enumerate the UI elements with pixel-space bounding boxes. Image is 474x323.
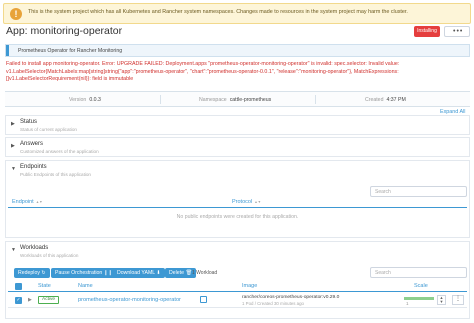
- endpoints-empty-message: No public endpoints were created for thi…: [176, 214, 299, 220]
- version-info: Version 0.0.3: [69, 97, 101, 103]
- row-actions-button[interactable]: ⋮: [452, 295, 464, 305]
- status-badge: Installing: [414, 26, 440, 37]
- scale-value: 1: [406, 301, 409, 306]
- column-endpoint[interactable]: Endpoint ▲▼: [12, 199, 43, 205]
- status-section[interactable]: ▶ Status Status of current application: [5, 115, 470, 135]
- meta-divider: [315, 95, 316, 104]
- namespace-info: Namespace cattle-prometheus: [199, 97, 271, 103]
- app-meta-row: Version 0.0.3 Namespace cattle-prometheus …: [5, 91, 470, 107]
- meta-divider: [160, 95, 161, 104]
- row-checkbox[interactable]: ✓: [15, 297, 22, 304]
- namespace-value: cattle-prometheus: [229, 97, 272, 103]
- created-label: Created: [365, 97, 384, 103]
- endpoints-search-input[interactable]: Search: [370, 186, 467, 197]
- workload-image: rancher/coreos-prometheus-operator:v0.29…: [242, 295, 340, 300]
- namespace-label: Namespace: [199, 97, 227, 103]
- table-row: ✓ ▶ Active prometheus-operator-monitorin…: [8, 294, 467, 308]
- info-accent-bar: [6, 45, 9, 56]
- version-label: Version: [69, 97, 87, 103]
- version-value: 0.0.3: [89, 97, 101, 103]
- created-value: 4:37 PM: [386, 97, 406, 103]
- scale-progress-fill: [404, 297, 434, 300]
- column-state[interactable]: State: [38, 283, 51, 289]
- workloads-search-input[interactable]: Search: [370, 267, 467, 278]
- workloads-section-title: Workloads: [20, 245, 49, 251]
- search-placeholder: Search: [375, 189, 391, 195]
- column-protocol-label: Protocol: [232, 199, 253, 205]
- answers-section-title: Answers: [20, 141, 44, 147]
- status-section-subtitle: Status of current application: [20, 127, 77, 132]
- page-title: App: monitoring-operator: [6, 25, 123, 37]
- sort-icon: ▲▼: [254, 200, 262, 204]
- warning-text: This is the system project which has all…: [28, 9, 408, 15]
- endpoints-table-header: Endpoint ▲▼ Protocol ▲▼: [8, 198, 467, 208]
- more-dots-icon: •••: [453, 28, 464, 35]
- warning-icon: !: [10, 8, 22, 20]
- chevron-right-icon: ▶: [11, 121, 15, 127]
- endpoints-section-subtitle: Public Endpoints of this application: [20, 172, 91, 177]
- pause-orchestration-button[interactable]: Pause Orchestration ❙❙: [51, 268, 117, 278]
- column-protocol[interactable]: Protocol ▲▼: [232, 199, 261, 205]
- scale-stepper[interactable]: ▲ ▼: [437, 295, 446, 305]
- chevron-down-icon[interactable]: ▼: [11, 247, 16, 253]
- workload-name-link[interactable]: prometheus-operator-monitoring-operator: [78, 297, 181, 303]
- sort-icon: ▲▼: [35, 200, 43, 204]
- download-yaml-button[interactable]: Download YAML ⬇: [113, 268, 165, 278]
- column-name[interactable]: Name: [78, 283, 93, 289]
- answers-section[interactable]: ▶ Answers Customized answers of the appl…: [5, 137, 470, 157]
- workload-image-detail: 1 Pod / Created 30 minutes ago: [242, 301, 304, 306]
- redeploy-button[interactable]: Redeploy ↻: [14, 268, 50, 278]
- chevron-right-icon: ▶: [11, 143, 15, 149]
- status-section-title: Status: [20, 119, 38, 125]
- column-scale[interactable]: Scale: [414, 283, 428, 289]
- error-message: Failed to install app monitoring-operato…: [6, 61, 400, 83]
- chevron-right-icon[interactable]: ▶: [28, 297, 32, 303]
- select-all-checkbox[interactable]: [15, 283, 22, 290]
- workloads-table-header: State Name Image Scale: [8, 282, 467, 292]
- search-placeholder: Search: [375, 270, 391, 276]
- answers-section-subtitle: Customized answers of the application: [20, 149, 99, 154]
- workloads-section-subtitle: Workloads of this application: [20, 253, 79, 258]
- column-endpoint-label: Endpoint: [12, 199, 34, 205]
- column-image[interactable]: Image: [242, 283, 257, 289]
- workload-count: 1 Workload: [192, 270, 218, 276]
- app-description: Prometheus Operator for Rancher Monitori…: [18, 48, 123, 54]
- scale-progress-bar: [404, 297, 434, 300]
- more-actions-button[interactable]: •••: [444, 26, 470, 37]
- endpoints-section-title: Endpoints: [20, 164, 47, 170]
- app-description-box: Prometheus Operator for Rancher Monitori…: [5, 44, 470, 57]
- shell-icon[interactable]: [200, 296, 207, 303]
- chevron-down-icon[interactable]: ▼: [11, 166, 16, 172]
- state-badge: Active: [38, 296, 60, 304]
- created-info: Created 4:37 PM: [365, 97, 406, 103]
- system-project-warning-banner: ! This is the system project which has a…: [3, 3, 471, 24]
